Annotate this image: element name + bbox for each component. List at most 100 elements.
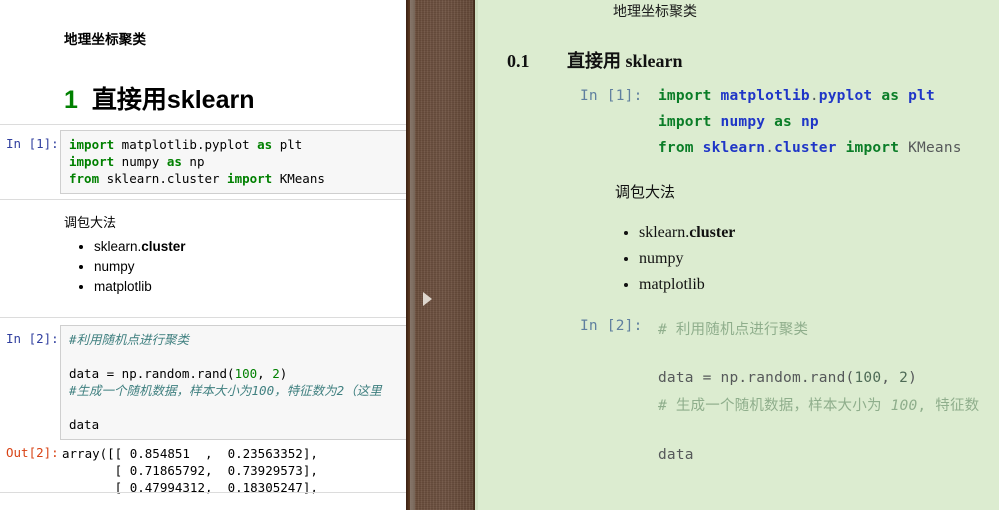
pdf-left-margin-strip bbox=[475, 0, 478, 510]
code-token: as bbox=[166, 154, 182, 169]
pdf-in-prompt-2: In [2]: bbox=[580, 318, 643, 334]
code-input-2[interactable]: #利用随机点进行聚类 data = np.random.rand(100, 2)… bbox=[60, 325, 406, 440]
markdown-paragraph: 调包大法 bbox=[64, 216, 117, 231]
code-token: matplotlib bbox=[720, 88, 810, 104]
list-item: numpy bbox=[639, 246, 735, 272]
pdf-comment-1: # 利用随机点进行聚类 bbox=[658, 322, 809, 338]
code-token: KMeans bbox=[908, 140, 962, 156]
code-token: import bbox=[658, 88, 712, 104]
list-item: sklearn.cluster bbox=[94, 237, 186, 257]
pdf-heading-text: 直接用 sklearn bbox=[567, 51, 683, 71]
pdf-comment-2: # 生成一个随机数据，样本大小为 100, 特征数 bbox=[658, 394, 979, 415]
output-line: [ 0.71865792, 0.73929573], bbox=[62, 463, 318, 478]
pdf-code-line-4: data = np.random.rand(100, 2) bbox=[658, 370, 917, 386]
code-token: numpy bbox=[720, 114, 766, 130]
code-token: sklearn bbox=[702, 140, 766, 156]
in-prompt-1: In [1]: bbox=[6, 136, 59, 151]
output-line: [ 0.47994312, 0.18305247], bbox=[62, 480, 318, 495]
code-token: . bbox=[809, 88, 819, 104]
code-token: import bbox=[658, 114, 712, 130]
right-pdf-pane[interactable]: 地理坐标聚类 0.1 直接用 sklearn In [1]: import mat… bbox=[475, 0, 999, 510]
markdown-block: 调包大法 sklearn.clusternumpymatplotlib bbox=[64, 212, 186, 297]
pdf-in-prompt-1: In [1]: bbox=[580, 88, 643, 104]
screenshot-root: 地理坐标聚类 1 直接用sklearn In [1]: import matplo… bbox=[0, 0, 999, 510]
pdf-code-line-3: from sklearn.cluster import KMeans bbox=[658, 140, 962, 156]
code-token: from bbox=[658, 140, 694, 156]
code-token: import bbox=[69, 154, 115, 169]
pdf-comment-2-pre: # 生成一个随机数据，样本大小为 bbox=[658, 398, 891, 414]
code-token: as bbox=[774, 114, 792, 130]
cell-divider-rule bbox=[0, 124, 406, 125]
code-token: 100 bbox=[854, 370, 882, 386]
bullet-bold: cluster bbox=[689, 224, 736, 241]
pdf-code-line-1: import matplotlib.pyplot as plt bbox=[658, 88, 935, 104]
code-line: #生成一个随机数据，样本大小为100，特征数为2（这里 bbox=[69, 382, 403, 399]
code-token: ) bbox=[908, 370, 918, 386]
pdf-echo-data: data bbox=[658, 447, 694, 463]
notebook-heading: 1 直接用sklearn bbox=[64, 80, 254, 116]
pdf-title: 地理坐标聚类 bbox=[613, 4, 697, 20]
list-item: sklearn.cluster bbox=[639, 220, 735, 246]
cell-divider-rule-2 bbox=[0, 199, 406, 200]
pdf-paragraph: 调包大法 bbox=[615, 185, 676, 201]
list-item: numpy bbox=[94, 257, 186, 277]
code-line: data = np.random.rand(100, 2) bbox=[69, 366, 288, 381]
code-token: as bbox=[257, 137, 273, 152]
code-line: import matplotlib.pyplot as plt bbox=[69, 137, 303, 152]
code-token: #生成一个随机数据，样本大小为100，特征数为2（这里 bbox=[69, 383, 382, 398]
code-token: pyplot bbox=[818, 88, 873, 104]
output-text-2: array([[ 0.854851 , 0.23563352], [ 0.718… bbox=[62, 445, 318, 496]
pdf-heading-number: 0.1 bbox=[507, 51, 530, 71]
in-prompt-2: In [2]: bbox=[6, 331, 59, 346]
notebook-heading-text: 直接用sklearn bbox=[91, 86, 255, 114]
pdf-bullet-list: sklearn.clusternumpymatplotlib bbox=[611, 220, 735, 298]
code-token: #利用随机点进行聚类 bbox=[69, 332, 190, 347]
code-token: plt bbox=[908, 88, 935, 104]
pane-divider[interactable] bbox=[406, 0, 475, 510]
code-token: from bbox=[69, 171, 100, 186]
markdown-bullet-list: sklearn.clusternumpymatplotlib bbox=[64, 237, 186, 297]
cell-divider-rule-4 bbox=[0, 492, 406, 493]
code-token: as bbox=[881, 88, 900, 104]
list-item: matplotlib bbox=[639, 272, 735, 298]
code-token: import bbox=[845, 140, 900, 156]
code-line: import numpy as np bbox=[69, 154, 205, 169]
code-token: . bbox=[765, 140, 775, 156]
divider-highlight-edge bbox=[410, 0, 415, 510]
code-line: #利用随机点进行聚类 bbox=[69, 331, 403, 348]
code-token: , bbox=[881, 370, 900, 386]
code-token: 2 bbox=[272, 366, 280, 381]
code-input-1[interactable]: import matplotlib.pyplot as plt import nu… bbox=[60, 130, 406, 194]
triangle-right-icon[interactable] bbox=[423, 292, 432, 306]
pdf-comment-2-post: , 特征数 bbox=[917, 398, 980, 414]
code-token: data = np.random.rand( bbox=[658, 370, 855, 386]
code-token: import bbox=[227, 171, 273, 186]
output-line: array([[ 0.854851 , 0.23563352], bbox=[62, 446, 318, 461]
code-line: from sklearn.cluster import KMeans bbox=[69, 171, 325, 186]
left-notebook-pane[interactable]: 地理坐标聚类 1 直接用sklearn In [1]: import matplo… bbox=[0, 0, 406, 510]
code-line: data bbox=[69, 417, 100, 432]
code-token: cluster bbox=[774, 140, 837, 156]
bullet-bold: cluster bbox=[141, 239, 186, 254]
cell-divider-rule-3 bbox=[0, 317, 406, 318]
pdf-comment-2-number: 100 bbox=[890, 398, 918, 414]
notebook-heading-number: 1 bbox=[64, 86, 78, 114]
pdf-heading: 0.1 直接用 sklearn bbox=[507, 47, 683, 73]
pdf-code-line-2: import numpy as np bbox=[658, 114, 819, 130]
code-token: 2 bbox=[899, 370, 909, 386]
notebook-title: 地理坐标聚类 bbox=[64, 32, 147, 48]
out-prompt-2: Out[2]: bbox=[6, 445, 59, 460]
list-item: matplotlib bbox=[94, 277, 186, 297]
code-token: 100 bbox=[234, 366, 258, 381]
code-token: import bbox=[69, 137, 115, 152]
